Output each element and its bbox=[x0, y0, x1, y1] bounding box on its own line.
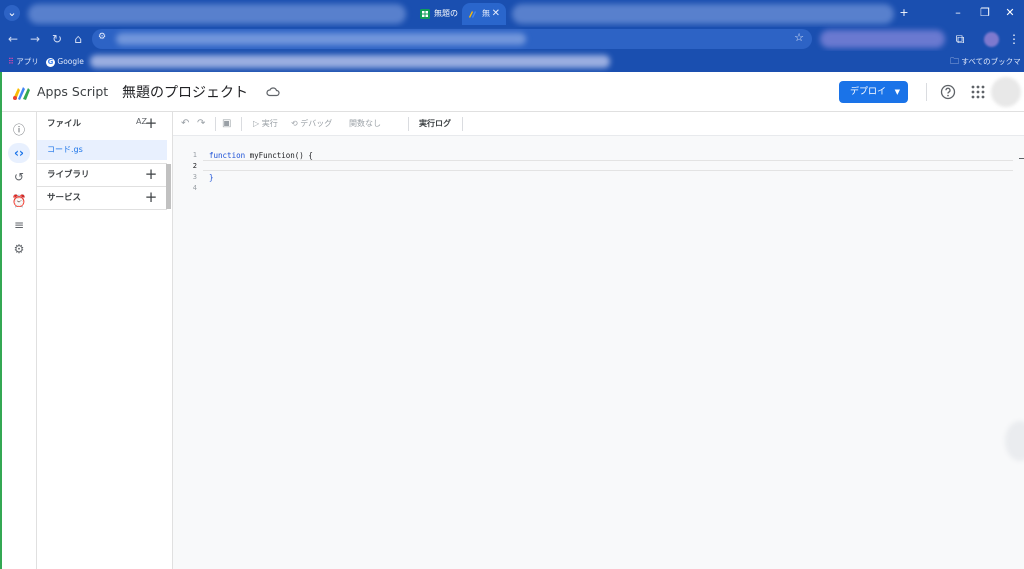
app-name[interactable]: Apps Script bbox=[37, 84, 108, 99]
code-line-1[interactable]: function myFunction() { bbox=[209, 151, 313, 160]
new-tab-icon[interactable]: + bbox=[896, 5, 912, 21]
debug-button[interactable]: ⟲ デバッグ bbox=[291, 117, 332, 131]
current-line-highlight bbox=[203, 160, 1013, 171]
line-number: 1 bbox=[192, 151, 197, 159]
files-label: ファイル bbox=[47, 119, 82, 129]
deploy-button[interactable]: デプロイ ▼ bbox=[839, 81, 908, 103]
folder-icon: 🗀 bbox=[950, 57, 960, 67]
execution-log-button[interactable]: 実行ログ bbox=[419, 117, 451, 131]
cloud-saved-icon bbox=[266, 87, 280, 97]
run-label: 実行 bbox=[261, 119, 278, 128]
blurred-bookmarks bbox=[90, 55, 610, 68]
settings-gear-icon[interactable]: ⚙ bbox=[8, 239, 30, 259]
profile-avatar[interactable] bbox=[984, 32, 999, 47]
blurred-url bbox=[116, 33, 526, 45]
forward-icon[interactable]: → bbox=[27, 31, 43, 47]
overview-ruler bbox=[1019, 158, 1024, 159]
history-icon[interactable]: ↺ bbox=[8, 167, 30, 187]
help-icon[interactable] bbox=[940, 84, 956, 100]
blurred-tabs bbox=[512, 4, 894, 24]
tab-search-icon[interactable]: ⌄ bbox=[4, 5, 20, 21]
bookmark-apps[interactable]: ⠿ アプリ bbox=[8, 51, 39, 72]
add-library-button[interactable]: + bbox=[143, 164, 159, 184]
apps-script-tab-icon bbox=[469, 11, 476, 18]
url-input[interactable]: ⚙ ☆ bbox=[92, 29, 812, 49]
executions-list-icon[interactable]: ≡ bbox=[8, 215, 30, 235]
bookmark-google[interactable]: G Google bbox=[46, 51, 84, 72]
window-close-icon[interactable]: ✕ bbox=[1000, 3, 1020, 23]
code-line-3[interactable]: } bbox=[209, 173, 214, 182]
services-label: サービス bbox=[47, 193, 82, 203]
left-nav-rail: ⓘ ‹› ↺ ⏰ ≡ ⚙ bbox=[2, 112, 37, 569]
google-icon: G bbox=[46, 57, 55, 67]
tab-sheets[interactable]: 無題の bbox=[414, 3, 460, 25]
more-menu-icon[interactable]: ⋮ bbox=[1006, 31, 1022, 47]
apps-script-logo-icon[interactable] bbox=[12, 85, 32, 101]
line-number: 3 bbox=[192, 173, 197, 181]
tab-label: 無 bbox=[482, 9, 490, 18]
home-icon[interactable]: ⌂ bbox=[70, 31, 86, 47]
blurred-tabs bbox=[28, 4, 406, 24]
toolbar-divider bbox=[215, 117, 216, 131]
google-apps-icon[interactable] bbox=[970, 84, 986, 100]
file-name: コード.gs bbox=[47, 145, 83, 154]
app-header: Apps Script 無題のプロジェクト デプロイ ▼ bbox=[0, 72, 1024, 112]
files-header: ファイル AZ + bbox=[37, 112, 173, 135]
tab-label: 無題の bbox=[434, 9, 458, 18]
account-avatar[interactable] bbox=[991, 77, 1021, 107]
browser-tab-bar: ⌄ 無題の 無 ✕ + – ❐ ✕ bbox=[0, 0, 1024, 27]
libraries-label: ライブラリ bbox=[47, 170, 90, 180]
floating-action-blur[interactable] bbox=[1005, 421, 1024, 461]
bookmark-star-icon[interactable]: ☆ bbox=[794, 31, 804, 44]
debug-label: デバッグ bbox=[300, 119, 333, 128]
toolbar-divider bbox=[408, 117, 409, 131]
project-title[interactable]: 無題のプロジェクト bbox=[122, 82, 248, 102]
reload-icon[interactable]: ↻ bbox=[49, 31, 65, 47]
site-info-icon[interactable]: ⚙ bbox=[98, 32, 106, 42]
file-item-code-gs[interactable]: コード.gs bbox=[37, 140, 167, 160]
file-panel: ファイル AZ + コード.gs ライブラリ + サービス + bbox=[37, 112, 173, 569]
extensions-icon[interactable]: ⧉ bbox=[952, 31, 968, 47]
minimize-icon[interactable]: – bbox=[948, 3, 968, 23]
editor-code-icon[interactable]: ‹› bbox=[8, 143, 30, 163]
close-icon[interactable]: ✕ bbox=[492, 3, 500, 25]
triggers-alarm-icon[interactable]: ⏰ bbox=[8, 191, 30, 211]
code-editor[interactable]: 1 2 3 4 function myFunction() { } bbox=[173, 136, 1024, 569]
line-number: 4 bbox=[192, 184, 197, 192]
all-bookmarks[interactable]: 🗀 すべてのブックマーク bbox=[950, 51, 1024, 88]
blurred-extensions bbox=[820, 30, 945, 48]
bookmark-label: Google bbox=[57, 57, 84, 66]
undo-icon[interactable]: ↶ bbox=[181, 117, 189, 131]
back-icon[interactable]: ← bbox=[5, 31, 21, 47]
redo-icon[interactable]: ↷ bbox=[197, 117, 205, 131]
bookmark-label: アプリ bbox=[16, 57, 39, 66]
panel-scrollbar[interactable] bbox=[166, 164, 171, 209]
run-button[interactable]: ▷ 実行 bbox=[253, 117, 278, 131]
services-row: サービス + bbox=[37, 186, 173, 209]
code-function-signature: myFunction() { bbox=[249, 151, 313, 160]
libraries-row: ライブラリ + bbox=[37, 163, 173, 186]
function-select[interactable]: 関数なし bbox=[349, 117, 381, 131]
toolbar-divider bbox=[241, 117, 242, 131]
deploy-label: デプロイ bbox=[850, 87, 887, 97]
address-bar: ← → ↻ ⌂ ⚙ ☆ ⧉ ⋮ bbox=[0, 27, 1024, 51]
apps-grid-icon: ⠿ bbox=[8, 57, 14, 66]
divider bbox=[37, 209, 167, 210]
overview-info-icon[interactable]: ⓘ bbox=[8, 120, 30, 140]
editor-toolbar: ↶ ↷ ▣ ▷ 実行 ⟲ デバッグ 関数なし 実行ログ bbox=[173, 112, 1024, 136]
line-number: 2 bbox=[192, 162, 197, 170]
code-keyword: function bbox=[209, 151, 246, 160]
toolbar-divider bbox=[462, 117, 463, 131]
tab-apps-script[interactable]: 無 ✕ bbox=[462, 3, 506, 25]
sheets-icon bbox=[420, 9, 430, 19]
add-service-button[interactable]: + bbox=[143, 187, 159, 207]
code-closing-brace: } bbox=[209, 173, 214, 182]
bookmarks-bar: ⠿ アプリ G Google 🗀 すべてのブックマーク bbox=[0, 51, 1024, 88]
restore-icon[interactable]: ❐ bbox=[975, 3, 995, 23]
header-divider bbox=[926, 83, 927, 101]
add-file-button[interactable]: + bbox=[143, 113, 159, 133]
save-icon[interactable]: ▣ bbox=[222, 117, 231, 131]
caret-down-icon: ▼ bbox=[894, 88, 900, 96]
